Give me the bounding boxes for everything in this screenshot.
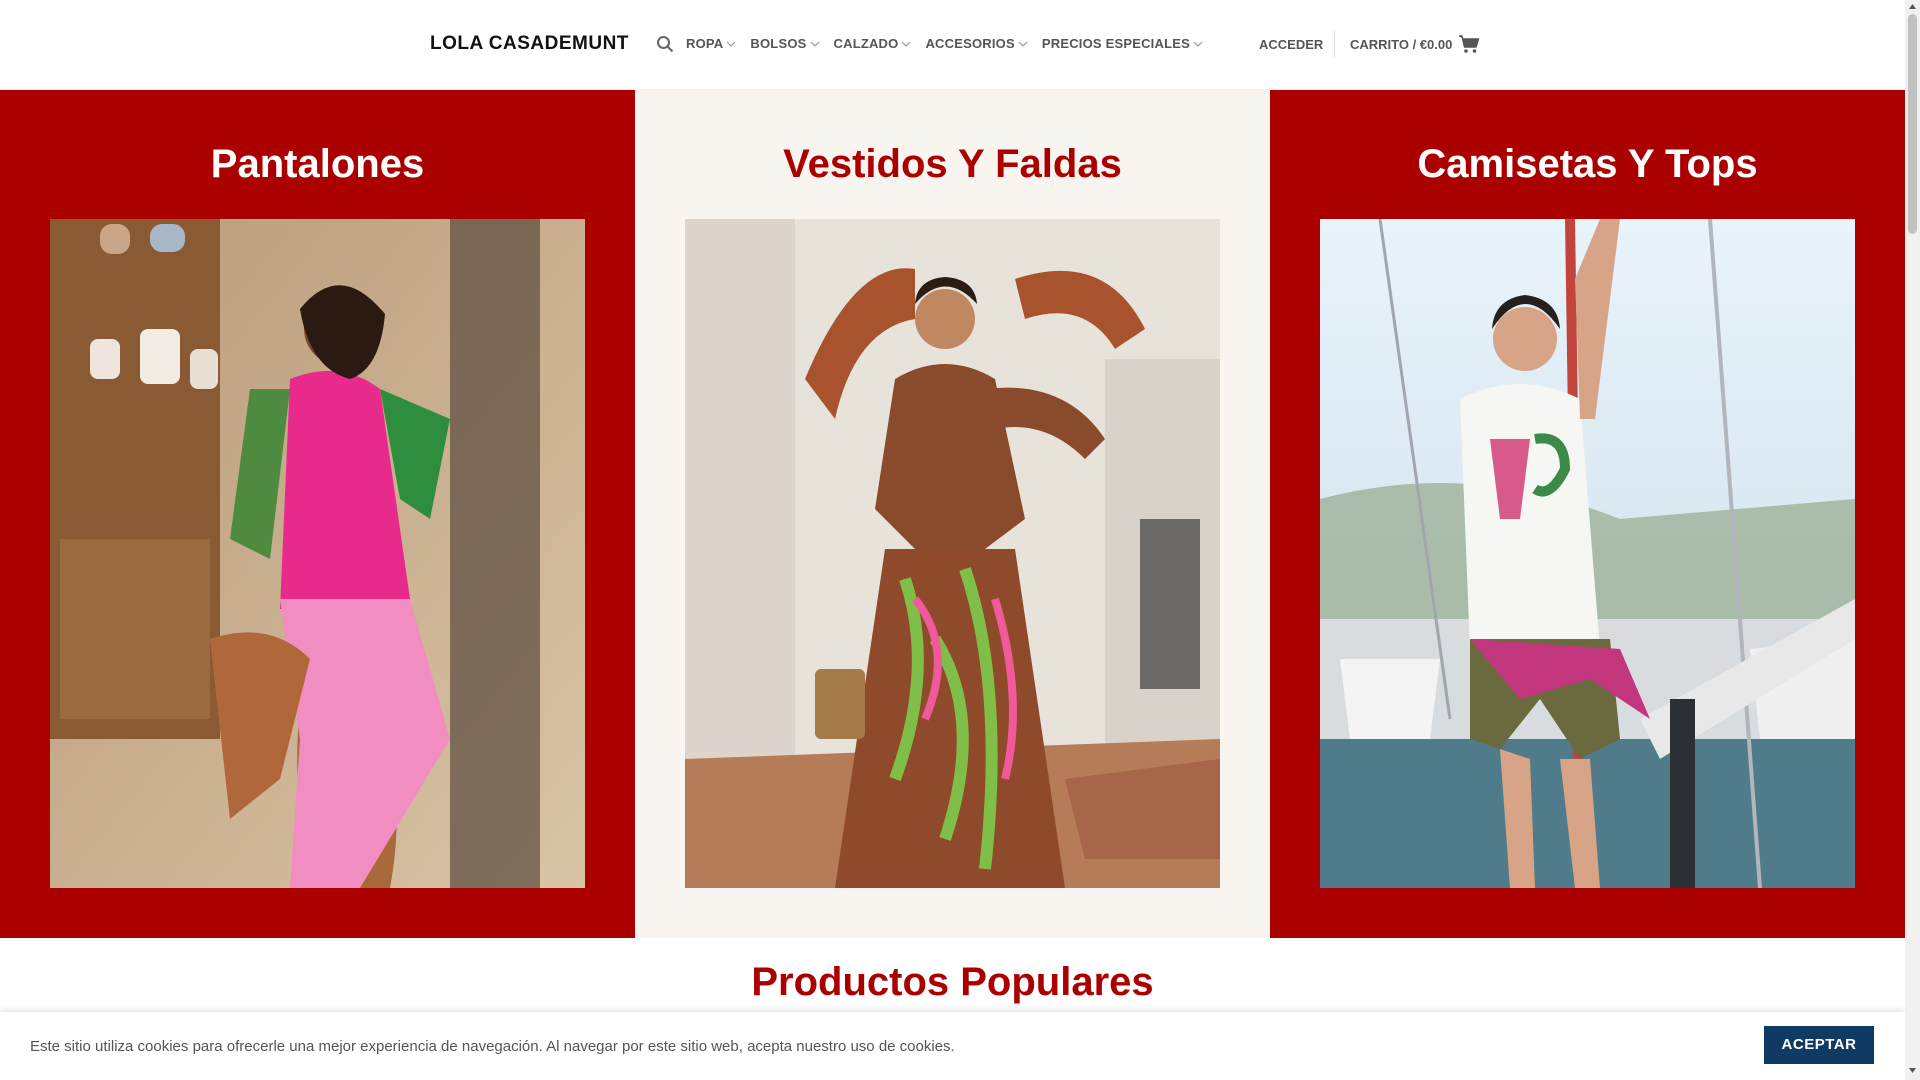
nav-item-label: ROPA — [686, 36, 724, 51]
chevron-down-icon — [1193, 41, 1203, 47]
header-divider — [1334, 30, 1335, 58]
category-panel-camisetas-y-tops[interactable]: Camisetas Y Tops — [1270, 90, 1905, 938]
cart-link[interactable]: CARRITO / €0.00 — [1350, 34, 1480, 54]
nav-item-bolsos[interactable]: BOLSOS — [750, 36, 819, 51]
section-title-popular: Productos Populares — [751, 960, 1154, 1004]
category-title: Camisetas Y Tops — [1417, 142, 1758, 186]
login-link[interactable]: ACCEDER — [1259, 37, 1323, 52]
search-icon[interactable] — [656, 35, 674, 53]
nav-item-calzado[interactable]: CALZADO — [834, 36, 912, 51]
category-image[interactable] — [685, 219, 1220, 888]
scrollbar[interactable] — [1905, 0, 1920, 1080]
nav-item-label: PRECIOS ESPECIALES — [1041, 36, 1190, 51]
site-logo[interactable]: LOLA CASADEMUNT — [430, 33, 629, 55]
main-nav: ROPA BOLSOS CALZADO ACCESORIOS PRECIOS E… — [686, 36, 1203, 51]
category-title: Pantalones — [210, 142, 425, 186]
nav-item-label: BOLSOS — [750, 36, 807, 51]
category-image[interactable] — [1320, 219, 1855, 888]
site-header: LOLA CASADEMUNT ROPA BOLSOS CALZADO ACCE… — [0, 0, 1905, 90]
category-panel-vestidos-y-faldas[interactable]: Vestidos Y Faldas — [635, 90, 1270, 938]
chevron-down-icon — [1018, 41, 1028, 47]
chevron-down-icon — [726, 41, 736, 47]
chevron-down-icon — [810, 41, 819, 47]
category-image[interactable] — [50, 219, 585, 888]
accept-cookies-button[interactable]: ACEPTAR — [1764, 1026, 1874, 1064]
page: LOLA CASADEMUNT ROPA BOLSOS CALZADO ACCE… — [0, 0, 1905, 1080]
nav-item-label: CALZADO — [833, 36, 899, 51]
nav-item-precios-especiales[interactable]: PRECIOS ESPECIALES — [1042, 36, 1203, 51]
category-title: Vestidos Y Faldas — [783, 142, 1122, 186]
nav-item-ropa[interactable]: ROPA — [686, 36, 736, 51]
category-panel-pantalones[interactable]: Pantalones — [0, 90, 635, 938]
scrollbar-thumb[interactable] — [1908, 14, 1917, 234]
cookie-text: Este sitio utiliza cookies para ofrecerl… — [30, 1038, 955, 1055]
cart-icon — [1459, 35, 1480, 53]
nav-item-accesorios[interactable]: ACCESORIOS — [925, 36, 1028, 51]
chevron-down-icon — [902, 41, 911, 47]
cart-label: CARRITO / €0.00 — [1350, 36, 1453, 52]
cookie-banner: Este sitio utiliza cookies para ofrecerl… — [0, 1012, 1905, 1080]
scroll-down-icon[interactable] — [1908, 1066, 1917, 1075]
nav-item-label: ACCESORIOS — [925, 36, 1015, 51]
scroll-up-icon[interactable] — [1908, 2, 1917, 11]
